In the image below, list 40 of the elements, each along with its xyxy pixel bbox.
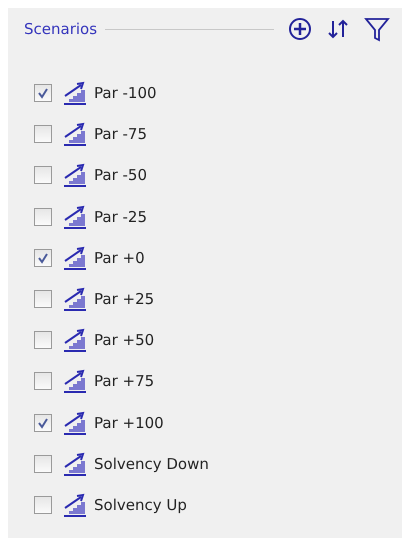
checkbox[interactable] xyxy=(34,496,52,514)
scenario-label: Par +0 xyxy=(94,248,145,267)
checkbox[interactable] xyxy=(34,166,52,184)
stairs-icon xyxy=(62,286,88,311)
stairs-icon xyxy=(62,369,88,394)
scenario-label: Par -50 xyxy=(94,166,147,184)
stairs-icon xyxy=(62,163,88,188)
scenario-label: Par +25 xyxy=(94,290,154,308)
sort-button[interactable] xyxy=(326,17,350,41)
checkbox[interactable] xyxy=(34,290,52,308)
checkmark-icon xyxy=(37,252,49,264)
stairs-icon xyxy=(62,328,88,352)
stairs-icon xyxy=(62,122,88,146)
checkbox[interactable] xyxy=(34,125,52,144)
checkbox[interactable] xyxy=(34,454,52,473)
add-button[interactable] xyxy=(288,17,312,41)
checkbox[interactable] xyxy=(34,208,52,226)
checkbox[interactable] xyxy=(34,248,52,267)
scenario-label: Par +100 xyxy=(94,414,164,432)
checkbox[interactable] xyxy=(34,84,52,102)
checkmark-icon xyxy=(37,87,49,99)
checkbox[interactable] xyxy=(34,372,52,390)
stairs-icon xyxy=(62,81,88,105)
scenario-label: Par -25 xyxy=(94,208,147,226)
scenario-label: Par +75 xyxy=(94,372,154,390)
checkbox[interactable] xyxy=(34,414,52,432)
scenario-label: Solvency Up xyxy=(94,496,187,514)
checkbox[interactable] xyxy=(34,331,52,350)
stairs-icon xyxy=(62,410,88,434)
stairs-icon xyxy=(62,452,88,476)
scenario-label: Par -75 xyxy=(94,125,147,144)
stairs-icon xyxy=(62,246,88,270)
scenario-label: Par -100 xyxy=(94,84,157,102)
filter-button[interactable] xyxy=(364,16,390,42)
stairs-icon xyxy=(62,492,88,517)
stairs-icon xyxy=(62,204,88,229)
scenario-label: Par +50 xyxy=(94,331,154,350)
scenario-label: Solvency Down xyxy=(94,454,209,473)
section-title: Scenarios xyxy=(24,20,98,38)
checkmark-icon xyxy=(37,416,49,428)
